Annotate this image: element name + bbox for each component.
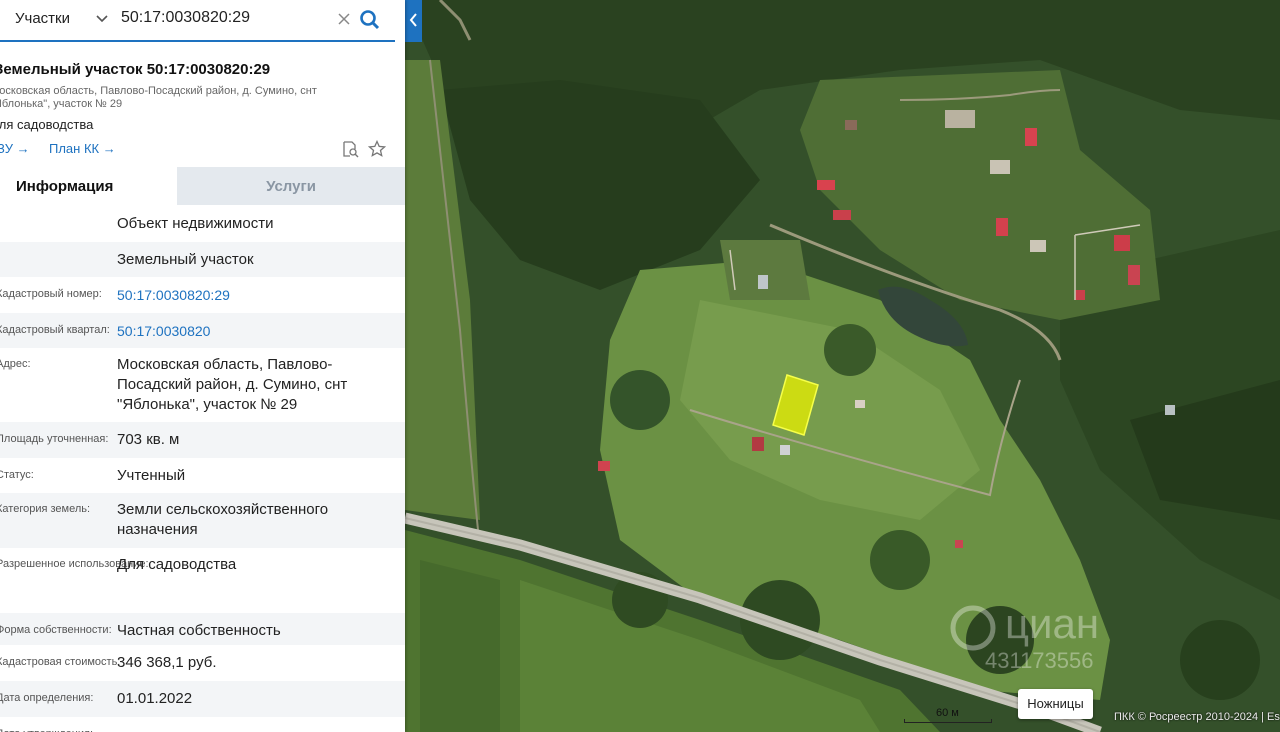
info-row: Кадастровый квартал: 50:17:0030820 <box>0 313 405 348</box>
info-row: Статус: Учтенный <box>0 458 405 493</box>
info-row-link[interactable]: 50:17:0030820 <box>117 321 387 341</box>
info-row-value: Частная собственность <box>117 622 281 639</box>
info-row-label: Дата определения: <box>0 692 94 704</box>
document-search-icon[interactable] <box>341 140 359 158</box>
zu-link[interactable]: ЗУ → <box>0 141 30 156</box>
panel-tabs: Информация Услуги <box>0 167 405 205</box>
scale-label: 60 м <box>936 707 959 719</box>
info-row: Адрес: Московская область, Павлово-Посадс… <box>0 348 405 422</box>
info-row-label: Кадастровый квартал: <box>0 324 110 336</box>
tab-services-label: Услуги <box>266 178 316 195</box>
search-icon[interactable] <box>359 9 381 31</box>
info-panel: Участки 50:17:0030820:29 Земельный участ… <box>0 0 405 732</box>
info-row-label: Адрес: <box>0 358 31 370</box>
search-bar: Участки 50:17:0030820:29 <box>0 0 395 42</box>
map-copyright: ПКК © Росреестр 2010-2024 | Es <box>1114 711 1280 723</box>
info-row-value: Учтенный <box>117 467 186 484</box>
info-row: Кадастровая стоимость: 346 368,1 руб. <box>0 645 405 681</box>
star-icon[interactable] <box>368 140 386 158</box>
info-row-value: Земельный участок <box>117 251 254 268</box>
object-title: Земельный участок 50:17:0030820:29 <box>0 61 271 78</box>
info-row: Форма собственности: Частная собственност… <box>0 613 405 645</box>
watermark-text: циан <box>1005 600 1099 647</box>
info-row-value: 346 368,1 руб. <box>117 654 217 671</box>
info-row-label: Площадь уточненная: <box>0 433 109 445</box>
chevron-down-icon[interactable] <box>94 9 110 29</box>
info-row-value: Для садоводства <box>117 556 237 573</box>
info-row-value: Земли сельскохозяйственного назначения <box>117 501 329 538</box>
info-row: Земельный участок <box>0 242 405 277</box>
info-row-value: Московская область, Павлово-Посадский ра… <box>117 356 348 413</box>
info-row-label: Категория земель: <box>0 503 91 515</box>
object-address: Московская область, Павлово-Посадский ра… <box>0 85 317 110</box>
info-row-label: Кадастровая стоимость: <box>0 656 121 668</box>
tab-services[interactable]: Услуги <box>177 167 405 205</box>
info-row-value: Объект недвижимости <box>117 215 274 232</box>
info-row: Дата определения: 01.01.2022 <box>0 681 405 717</box>
scale-bar <box>904 719 992 723</box>
info-row-value: 01.01.2022 <box>117 690 193 707</box>
watermark-logo: циан 431173556 <box>950 600 1099 673</box>
info-row-value: 703 кв. м <box>117 431 180 448</box>
collapse-chevron-icon <box>409 13 417 27</box>
info-row: Дата утверждения: - <box>0 717 405 732</box>
info-row-label: Дата утверждения: <box>0 728 93 732</box>
info-row-value: - <box>117 725 387 732</box>
tab-information[interactable]: Информация <box>0 167 177 205</box>
collapse-panel-button[interactable] <box>405 0 422 42</box>
info-row: Площадь уточненная: 703 кв. м <box>0 422 405 458</box>
object-usage: Для садоводства <box>0 117 94 132</box>
info-row-link[interactable]: 50:17:0030820:29 <box>117 285 387 305</box>
info-row: Категория земель: Земли сельскохозяйствен… <box>0 493 405 548</box>
clear-icon[interactable] <box>336 10 352 28</box>
info-row-label: Форма собственности: <box>0 624 112 636</box>
info-row-label: Кадастровый номер: <box>0 288 102 300</box>
watermark-id: 431173556 <box>985 648 1094 673</box>
search-type-select[interactable]: Участки <box>15 10 70 27</box>
tab-information-label: Информация <box>16 178 114 195</box>
info-row: Кадастровый номер: 50:17:0030820:29 <box>0 277 405 313</box>
plan-kk-link[interactable]: План КК → <box>49 141 116 156</box>
info-row: Объект недвижимости <box>0 206 405 242</box>
search-input[interactable]: 50:17:0030820:29 <box>121 9 250 27</box>
info-row-label: Статус: <box>0 469 34 481</box>
info-row: Разрешенное использование: Для садоводств… <box>0 548 405 613</box>
scissors-button[interactable]: Ножницы <box>1018 689 1093 719</box>
